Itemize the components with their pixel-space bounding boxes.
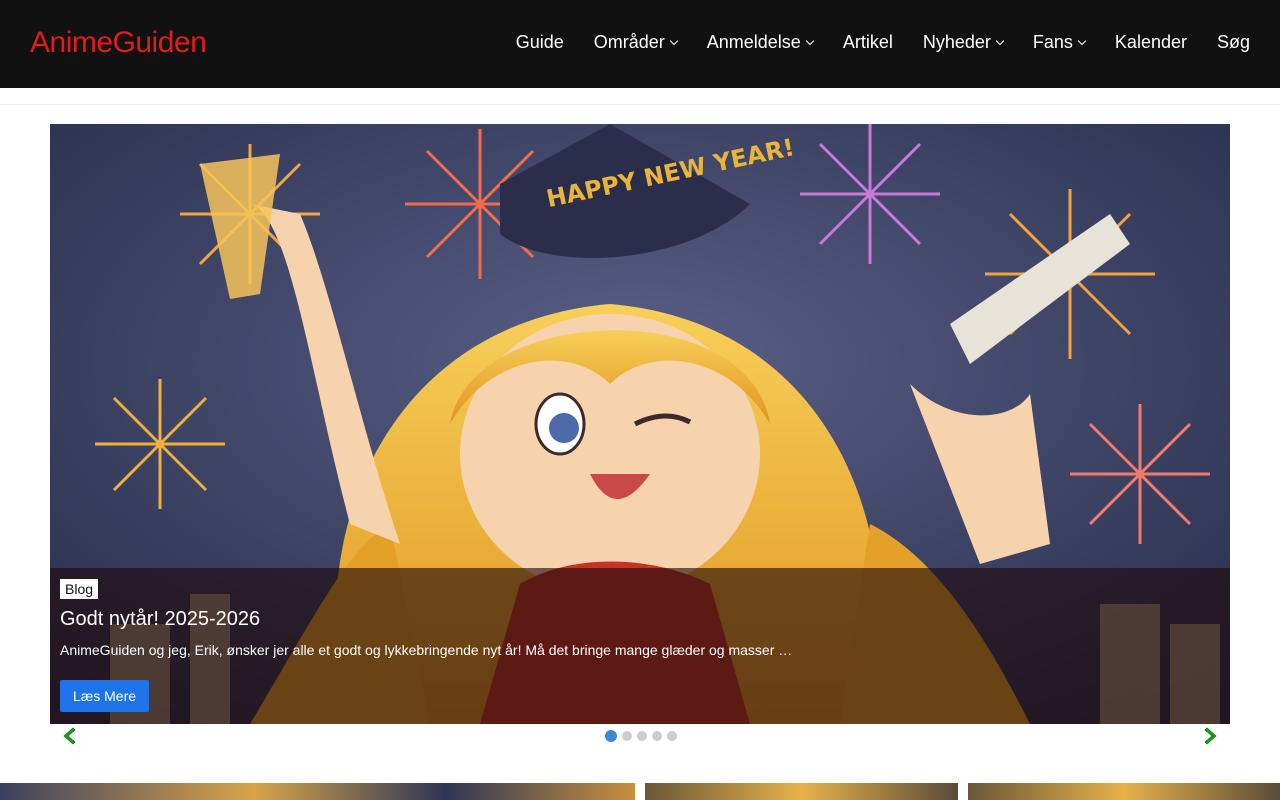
site-logo[interactable]: AnimeGuiden [30, 26, 207, 60]
chevron-down-icon [1077, 36, 1087, 46]
slider-dot[interactable] [622, 731, 632, 741]
slider-dot[interactable] [605, 730, 617, 742]
slider-dot[interactable] [637, 731, 647, 741]
slider-pagination [605, 730, 677, 742]
site-header: AnimeGuiden Guide Områder Anmeldelse Art… [0, 0, 1280, 88]
nav-item-omrader[interactable]: Områder [593, 32, 679, 53]
slide-excerpt: AnimeGuiden og jeg, Erik, ønsker jer all… [60, 642, 793, 658]
nav-item-kalender[interactable]: Kalender [1115, 32, 1187, 53]
category-badge[interactable]: Blog [60, 579, 99, 599]
chevron-down-icon [995, 36, 1005, 46]
nav-item-label: Kalender [1114, 32, 1187, 52]
nav-item-label: Områder [593, 32, 665, 52]
nav-item-label: Anmeldelse [706, 32, 801, 52]
slider-dot[interactable] [652, 731, 662, 741]
nav-item-sog[interactable]: Søg [1217, 32, 1250, 53]
nav-item-anmeldelse[interactable]: Anmeldelse [706, 32, 815, 53]
header-divider [0, 104, 1280, 105]
nav-item-nyheder[interactable]: Nyheder [922, 32, 1005, 53]
nav-item-label: Søg [1216, 32, 1250, 52]
featured-thumbnail[interactable] [968, 783, 1280, 800]
featured-thumbnail[interactable] [0, 783, 635, 800]
hero-slider: HAPPY NEW YEAR! Blog Godt nytår! 2025-20… [50, 124, 1230, 724]
featured-thumbnail[interactable] [645, 783, 958, 800]
nav-item-fans[interactable]: Fans [1032, 32, 1087, 53]
chevron-down-icon [805, 36, 815, 46]
chevron-right-icon[interactable] [1202, 727, 1220, 745]
nav-item-guide[interactable]: Guide [516, 32, 564, 53]
nav-item-label: Nyheder [922, 32, 991, 52]
chevron-left-icon[interactable] [60, 727, 78, 745]
nav-item-label: Fans [1032, 32, 1073, 52]
slide-caption: Blog Godt nytår! 2025-2026 AnimeGuiden o… [50, 568, 1230, 724]
slide-title[interactable]: Godt nytår! 2025-2026 [60, 608, 260, 631]
nav-item-artikel[interactable]: Artikel [843, 32, 893, 53]
chevron-down-icon [669, 36, 679, 46]
nav-item-label: Guide [515, 32, 564, 52]
main-nav: Guide Områder Anmeldelse Artikel Nyheder… [516, 32, 1250, 53]
read-more-button[interactable]: Læs Mere [60, 680, 150, 712]
nav-item-label: Artikel [842, 32, 893, 52]
slider-dot[interactable] [667, 731, 677, 741]
